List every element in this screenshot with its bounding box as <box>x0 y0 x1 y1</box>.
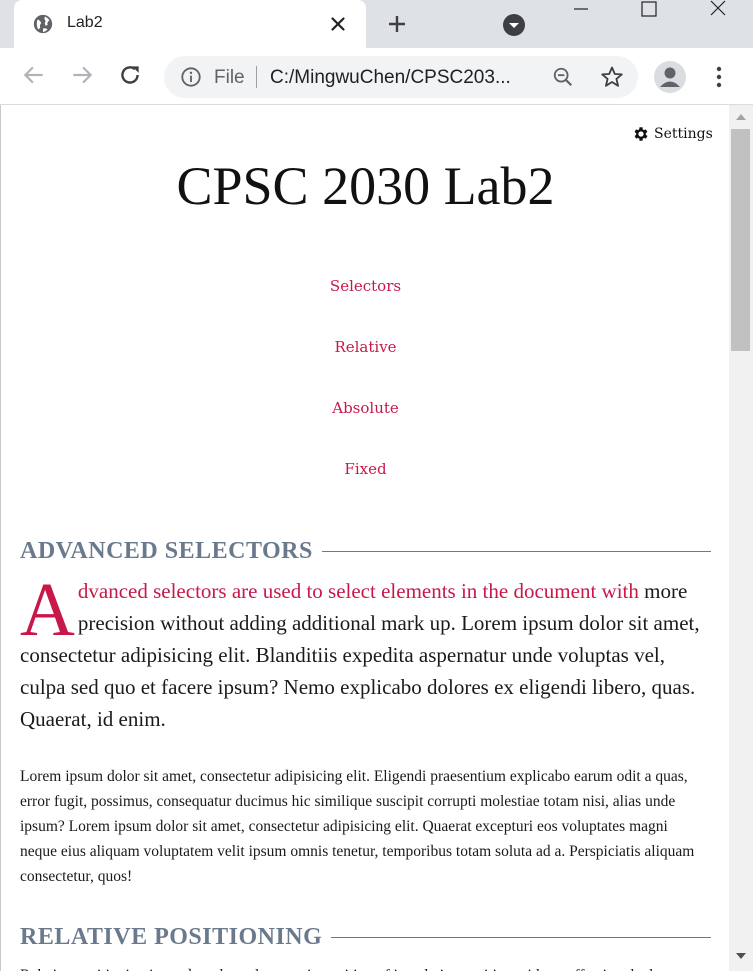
globe-icon <box>33 14 53 34</box>
info-icon[interactable] <box>180 66 202 88</box>
scroll-up-arrow-icon[interactable] <box>736 114 746 120</box>
nav-link-absolute[interactable]: Absolute <box>1 399 729 417</box>
profile-avatar-icon[interactable] <box>654 61 686 93</box>
minimize-icon[interactable] <box>571 0 591 20</box>
url-scheme-label: File <box>214 67 245 88</box>
omnibox-divider <box>256 66 257 88</box>
address-bar[interactable]: File C:/MingwuChen/CPSC203... <box>164 56 638 98</box>
settings-label: Settings <box>654 126 713 142</box>
vertical-scrollbar[interactable] <box>729 105 753 971</box>
section-heading-relative-positioning: RELATIVE POSITIONING <box>20 924 711 951</box>
browser-toolbar: File C:/MingwuChen/CPSC203... <box>0 48 753 105</box>
close-tab-icon[interactable] <box>327 13 349 35</box>
more-menu-icon[interactable] <box>707 64 731 90</box>
url-text[interactable]: C:/MingwuChen/CPSC203... <box>270 67 511 89</box>
nav-link-selectors[interactable]: Selectors <box>1 277 729 295</box>
nav-link-fixed[interactable]: Fixed <box>1 460 729 478</box>
section-title: RELATIVE POSITIONING <box>20 924 323 950</box>
scroll-down-arrow-icon[interactable] <box>736 953 746 959</box>
scrollbar-thumb[interactable] <box>731 129 750 351</box>
tab-strip: Lab2 <box>0 0 753 48</box>
lead-paragraph: Advanced selectors are used to select el… <box>20 568 706 735</box>
heading-rule <box>321 551 711 552</box>
reload-icon[interactable] <box>117 62 143 88</box>
tab-search-icon[interactable] <box>502 13 526 37</box>
page-viewport: Settings CPSC 2030 Lab2 Selectors Relati… <box>0 105 729 971</box>
tab-title: Lab2 <box>67 14 103 31</box>
settings-button[interactable]: Settings <box>632 125 713 143</box>
forward-arrow-icon[interactable] <box>69 62 95 88</box>
maximize-icon[interactable] <box>638 0 660 20</box>
browser-tab[interactable]: Lab2 <box>14 0 366 48</box>
back-arrow-icon[interactable] <box>21 62 47 88</box>
drop-cap: A <box>20 568 75 652</box>
new-tab-icon[interactable] <box>385 12 409 36</box>
page-title: CPSC 2030 Lab2 <box>176 156 555 216</box>
lead-accent-text: dvanced selectors are used to select ele… <box>77 579 639 603</box>
gear-icon <box>634 127 648 141</box>
body-paragraph: Lorem ipsum dolor sit amet, consectetur … <box>20 768 695 885</box>
section-heading-advanced-selectors: ADVANCED SELECTORS <box>20 538 711 565</box>
zoom-out-icon[interactable] <box>552 66 574 88</box>
window-close-icon[interactable] <box>706 0 730 20</box>
body-paragraph-partial: Relative positioning is used to place el… <box>20 963 706 971</box>
nav-link-relative[interactable]: Relative <box>1 338 729 356</box>
section-title: ADVANCED SELECTORS <box>20 538 313 564</box>
heading-rule <box>331 937 711 938</box>
bookmark-star-icon[interactable] <box>600 65 624 89</box>
